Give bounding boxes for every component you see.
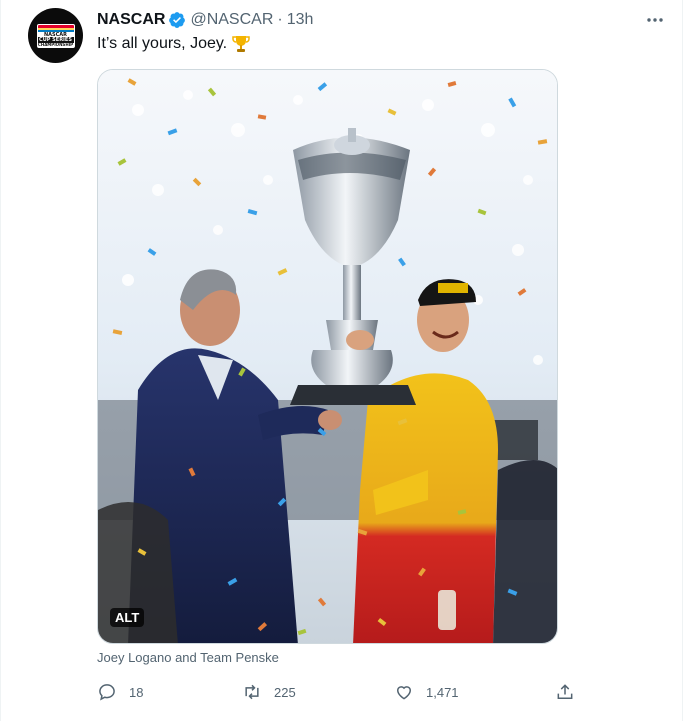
- avatar[interactable]: NASCAR CUP SERIES CHAMPIONSHIP: [28, 8, 83, 63]
- tweet-photo[interactable]: ALT: [97, 69, 558, 644]
- like-count: 1,471: [426, 684, 459, 700]
- separator-dot: ·: [277, 11, 283, 28]
- verified-badge-icon: [169, 12, 186, 28]
- tweet-actions: 18 225 1,471: [97, 680, 577, 704]
- retweet-button[interactable]: 225: [242, 680, 296, 704]
- tweet-body: It’s all yours, Joey.: [97, 35, 228, 52]
- reply-button[interactable]: 18: [97, 680, 143, 704]
- trophy-icon: [232, 36, 250, 52]
- like-icon: [396, 686, 412, 700]
- nascar-logo: NASCAR CUP SERIES CHAMPIONSHIP: [36, 23, 75, 48]
- tweet-text: It’s all yours, Joey.: [97, 34, 251, 54]
- share-button[interactable]: [555, 680, 575, 704]
- retweet-count: 225: [274, 684, 296, 700]
- account-name[interactable]: NASCAR: [97, 11, 165, 29]
- retweet-icon: [245, 684, 259, 700]
- media-caption: Joey Logano and Team Penske: [97, 650, 279, 665]
- reply-count: 18: [129, 684, 144, 700]
- account-handle[interactable]: @NASCAR: [190, 11, 273, 29]
- more-options-button[interactable]: [641, 10, 669, 30]
- alt-text-badge[interactable]: ALT: [110, 608, 145, 627]
- logo-line-3: CHAMPIONSHIP: [37, 41, 74, 47]
- celebration-photo: [98, 70, 557, 643]
- tweet-card[interactable]: NASCAR CUP SERIES CHAMPIONSHIP NASCAR @N…: [0, 0, 683, 721]
- tweet-timestamp[interactable]: 13h: [287, 11, 314, 29]
- more-icon: [647, 18, 663, 22]
- share-icon: [557, 684, 573, 699]
- reply-icon: [99, 684, 115, 701]
- tweet-header: NASCAR @NASCAR · 13h: [97, 10, 313, 30]
- like-button[interactable]: 1,471: [394, 680, 459, 704]
